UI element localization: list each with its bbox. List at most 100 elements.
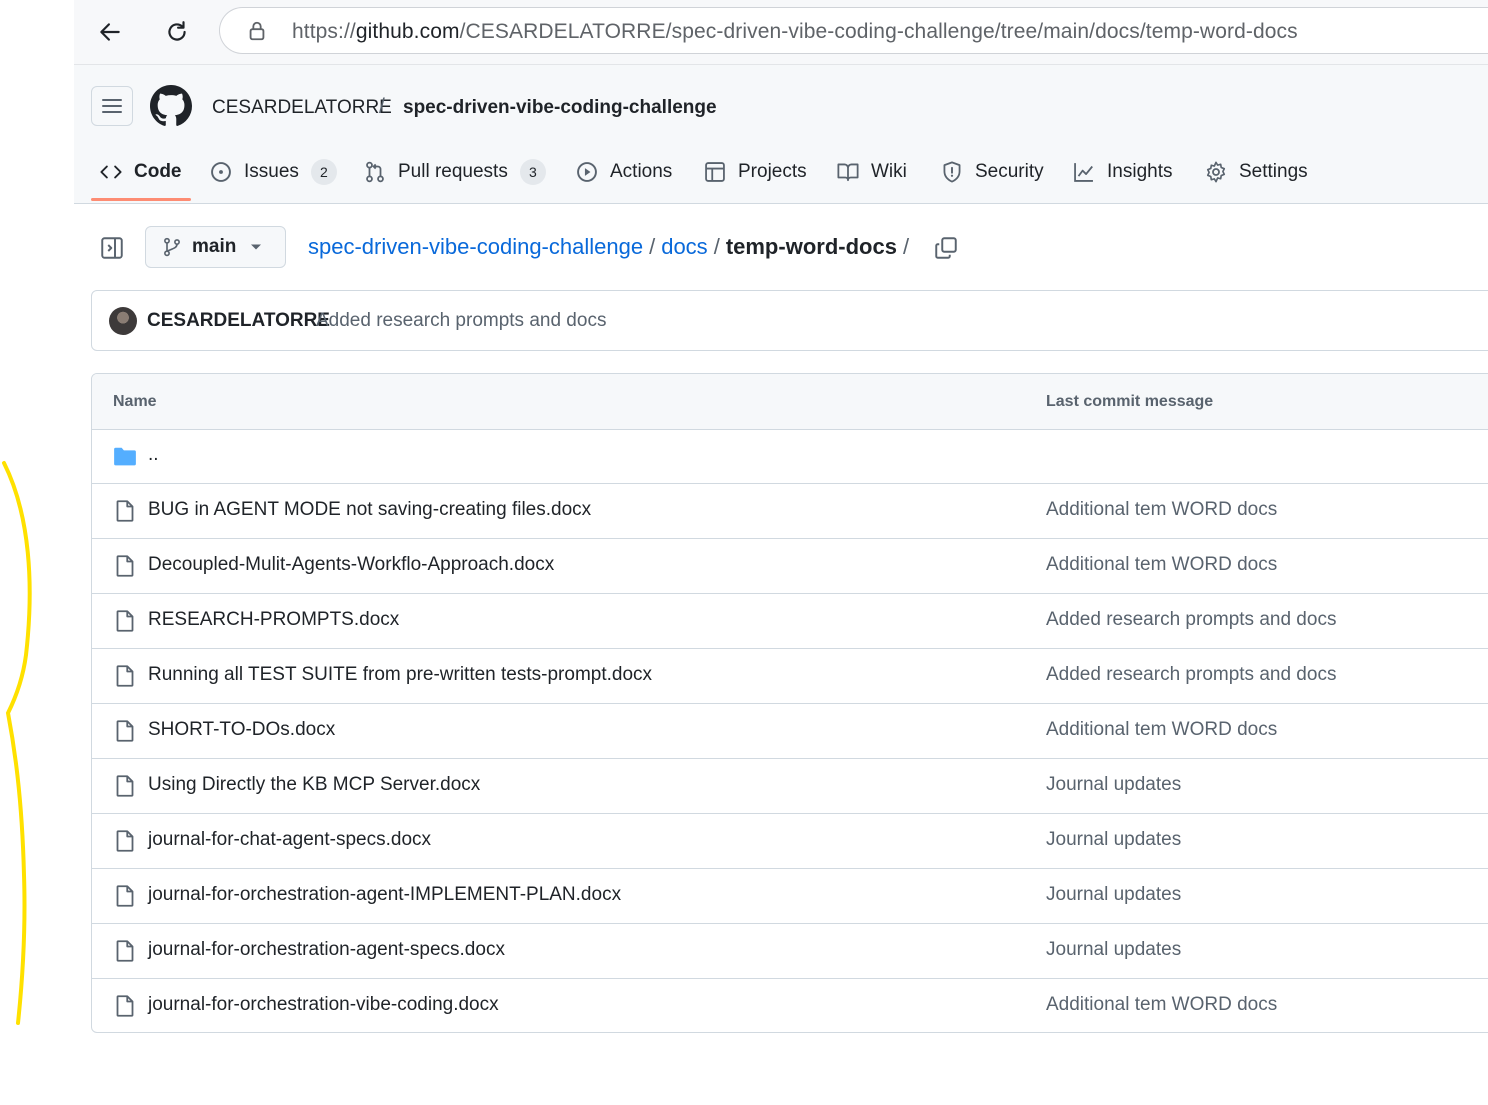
tab-pull-requests-label: Pull requests	[398, 161, 508, 182]
column-header-name: Name	[113, 393, 157, 410]
last-commit-message-link[interactable]: Journal updates	[1046, 774, 1181, 796]
last-commit-message-link[interactable]: Added research prompts and docs	[1046, 664, 1336, 686]
code-icon	[100, 165, 122, 179]
graph-icon	[1074, 163, 1093, 182]
folder-icon	[114, 447, 136, 466]
address-bar[interactable]: https://github.com/CESARDELATORRE/spec-d…	[219, 7, 1488, 54]
table-row[interactable]: journal-for-chat-agent-specs.docx Journal…	[92, 814, 1488, 869]
last-commit-message-link[interactable]: Additional tem WORD docs	[1046, 554, 1277, 576]
table-row[interactable]: Decoupled-Mulit-Agents-Workflo-Approach.…	[92, 539, 1488, 594]
copy-path-button[interactable]	[930, 232, 962, 264]
file-icon	[116, 995, 134, 1017]
file-name-link[interactable]: SHORT-TO-DOs.docx	[148, 719, 335, 741]
browser-toolbar: https://github.com/CESARDELATORRE/spec-d…	[74, 0, 1488, 65]
file-name-link[interactable]: journal-for-orchestration-vibe-coding.do…	[148, 994, 499, 1016]
tab-code[interactable]: Code	[100, 157, 182, 187]
tab-insights[interactable]: Insights	[1073, 157, 1172, 187]
last-commit-message-link[interactable]: Additional tem WORD docs	[1046, 719, 1277, 741]
file-name-link[interactable]: journal-for-orchestration-agent-specs.do…	[148, 939, 505, 961]
table-row[interactable]: SHORT-TO-DOs.docx Additional tem WORD doc…	[92, 704, 1488, 759]
active-tab-indicator	[91, 198, 191, 201]
repo-header: CESARDELATORRE / spec-driven-vibe-coding…	[74, 65, 1488, 204]
tab-settings[interactable]: Settings	[1205, 157, 1308, 187]
tab-projects[interactable]: Projects	[704, 157, 807, 187]
breadcrumb-separator: /	[713, 234, 720, 259]
file-name-link[interactable]: journal-for-chat-agent-specs.docx	[148, 829, 431, 851]
last-commit-message-link[interactable]: Additional tem WORD docs	[1046, 499, 1277, 521]
reload-icon	[168, 21, 186, 41]
file-name-link[interactable]: Using Directly the KB MCP Server.docx	[148, 774, 480, 796]
url-prefix: https://	[292, 20, 356, 43]
tab-pull-requests[interactable]: Pull requests 3	[364, 157, 546, 187]
file-icon	[116, 500, 134, 522]
tab-projects-label: Projects	[738, 161, 807, 182]
tab-actions[interactable]: Actions	[576, 157, 672, 187]
last-commit-message-link[interactable]: Journal updates	[1046, 939, 1181, 961]
tab-wiki[interactable]: Wiki	[837, 157, 907, 187]
table-row[interactable]: Running all TEST SUITE from pre-written …	[92, 649, 1488, 704]
lock-icon[interactable]	[246, 20, 268, 42]
pull-requests-count-badge: 3	[519, 159, 546, 185]
git-branch-icon	[164, 237, 180, 257]
file-icon	[116, 720, 134, 742]
table-row[interactable]: journal-for-orchestration-agent-specs.do…	[92, 924, 1488, 979]
table-row[interactable]: RESEARCH-PROMPTS.docx Added research prom…	[92, 594, 1488, 649]
last-commit-message-link[interactable]: Added research prompts and docs	[1046, 609, 1336, 631]
repo-name-link[interactable]: spec-driven-vibe-coding-challenge	[403, 97, 717, 119]
table-header: Name Last commit message	[92, 374, 1488, 430]
tab-wiki-label: Wiki	[871, 161, 907, 182]
file-icon	[116, 885, 134, 907]
file-name-link[interactable]: RESEARCH-PROMPTS.docx	[148, 609, 399, 631]
shield-icon	[943, 161, 961, 183]
breadcrumb-docs-link[interactable]: docs	[661, 234, 707, 259]
file-name-link[interactable]: journal-for-orchestration-agent-IMPLEMEN…	[148, 884, 621, 906]
table-row[interactable]: journal-for-orchestration-vibe-coding.do…	[92, 979, 1488, 1032]
tab-issues[interactable]: Issues 2	[210, 157, 337, 187]
file-icon	[116, 940, 134, 962]
copy-icon	[935, 237, 957, 259]
table-row[interactable]: Using Directly the KB MCP Server.docx Jou…	[92, 759, 1488, 814]
tab-insights-label: Insights	[1107, 161, 1173, 182]
commit-author-link[interactable]: CESARDELATORRE	[147, 310, 330, 332]
last-commit-message-link[interactable]: Journal updates	[1046, 829, 1181, 851]
file-table: Name Last commit message .. BUG in AGENT…	[91, 373, 1488, 1033]
repo-owner-link[interactable]: CESARDELATORRE	[212, 97, 392, 119]
file-icon	[116, 610, 134, 632]
breadcrumb-current-folder: temp-word-docs	[725, 234, 897, 259]
caret-down-icon	[251, 244, 262, 250]
back-button[interactable]	[90, 12, 130, 52]
sidebar-expand-icon	[101, 237, 123, 259]
tab-issues-label: Issues	[244, 161, 299, 182]
parent-directory-link[interactable]: ..	[148, 444, 159, 466]
book-icon	[837, 163, 859, 182]
global-menu-button[interactable]	[91, 86, 133, 126]
file-tree-toggle-button[interactable]	[96, 232, 128, 264]
latest-commit-box: CESARDELATORRE Added research prompts an…	[91, 290, 1488, 351]
table-row[interactable]: BUG in AGENT MODE not saving-creating fi…	[92, 484, 1488, 539]
parent-directory-row[interactable]: ..	[92, 429, 1488, 484]
tab-security-label: Security	[975, 161, 1044, 182]
file-name-link[interactable]: Running all TEST SUITE from pre-written …	[148, 664, 652, 686]
commit-message-link[interactable]: Added research prompts and docs	[316, 310, 606, 332]
file-icon	[116, 830, 134, 852]
url-text[interactable]: https://github.com/CESARDELATORRE/spec-d…	[292, 20, 1298, 44]
breadcrumb: spec-driven-vibe-coding-challenge / docs / t…	[308, 234, 915, 260]
github-logo-icon[interactable]	[150, 85, 192, 127]
file-icon	[116, 665, 134, 687]
reload-button[interactable]	[157, 12, 197, 52]
branch-selector-button[interactable]: main	[145, 226, 286, 268]
issue-icon	[211, 162, 231, 182]
file-name-link[interactable]: BUG in AGENT MODE not saving-creating fi…	[148, 499, 591, 521]
url-domain: github.com	[355, 20, 460, 43]
breadcrumb-repo-link[interactable]: spec-driven-vibe-coding-challenge	[308, 234, 643, 259]
table-row[interactable]: journal-for-orchestration-agent-IMPLEMEN…	[92, 869, 1488, 924]
url-path: /CESARDELATORRE/spec-driven-vibe-coding-…	[459, 20, 1298, 43]
tab-security[interactable]: Security	[941, 157, 1044, 187]
avatar[interactable]	[109, 307, 137, 335]
breadcrumb-separator: /	[649, 234, 656, 259]
last-commit-message-link[interactable]: Additional tem WORD docs	[1046, 994, 1277, 1016]
gear-icon	[1206, 161, 1226, 183]
file-name-link[interactable]: Decoupled-Mulit-Agents-Workflo-Approach.…	[148, 554, 554, 576]
last-commit-message-link[interactable]: Journal updates	[1046, 884, 1181, 906]
file-icon	[116, 775, 134, 797]
